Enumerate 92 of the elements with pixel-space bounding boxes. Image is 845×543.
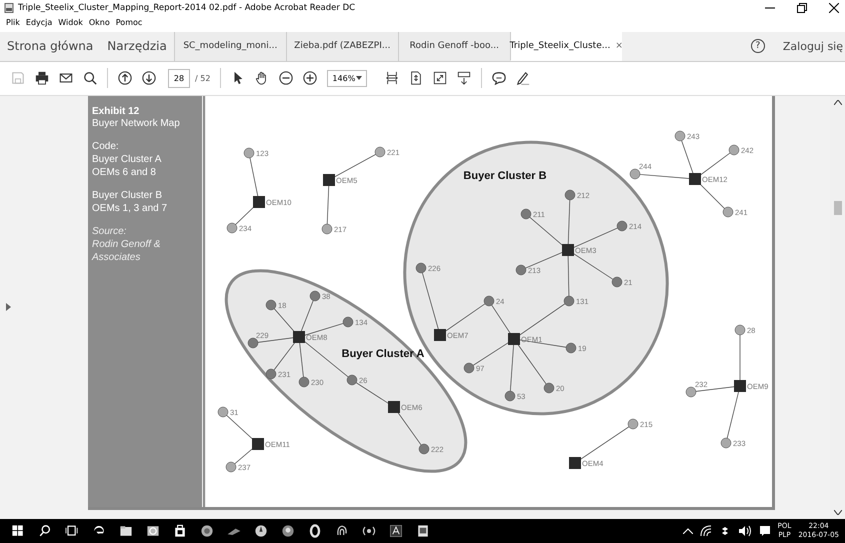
oem-node (434, 328, 446, 341)
wifi-icon[interactable] (700, 525, 712, 538)
edge-line (529, 216, 564, 246)
oem-node (388, 400, 400, 413)
page-count: / 52 (195, 74, 210, 83)
shopping-bag-icon[interactable] (172, 523, 188, 540)
edge-line (326, 185, 330, 224)
search-icon[interactable] (83, 71, 97, 86)
ring-o-icon[interactable] (307, 523, 323, 540)
zoom-in-icon[interactable] (303, 71, 318, 86)
ring-app-icon[interactable] (280, 523, 296, 540)
oem-node (562, 244, 574, 256)
oem-node (689, 172, 701, 185)
scroll-mode-icon[interactable] (457, 71, 472, 86)
restore-icon[interactable] (797, 2, 807, 12)
window-title: Triple_Steelix_Cluster_Mapping_Report-2014 02.pdf - Adobe Acrobat Reader DC (18, 2, 356, 12)
edge-line (568, 199, 570, 244)
edge-line (422, 272, 439, 330)
oem-node (293, 330, 305, 343)
oem-node (253, 196, 265, 208)
legend-line: Buyer Cluster B (92, 188, 164, 202)
page-number-field[interactable]: 28 (168, 68, 190, 88)
edge-line (525, 252, 563, 268)
oem-node (252, 438, 264, 450)
tab[interactable]: Triple_Steelix_Cluste... × (510, 32, 622, 61)
full-screen-icon[interactable] (433, 71, 448, 86)
cluster-label: Buyer Cluster B (463, 170, 547, 182)
sign-in-link[interactable]: Zaloguj się (782, 40, 843, 53)
exhibit-title: Exhibit 12 (92, 106, 140, 117)
compass-icon[interactable] (253, 523, 269, 540)
edge-line (518, 303, 566, 336)
comment-icon[interactable] (492, 71, 506, 86)
menu-item[interactable]: Edycja (26, 18, 52, 27)
edge-line (444, 303, 486, 332)
tab[interactable]: Narzędzia (100, 32, 174, 61)
edge-line (580, 426, 630, 460)
volume-icon[interactable] (738, 525, 752, 538)
menu-item[interactable]: Okno (88, 18, 110, 27)
pen-icon[interactable] (516, 71, 530, 86)
legend-line: Rodin Genoff & (92, 238, 162, 251)
edge-line (568, 255, 570, 296)
notification-icon[interactable] (758, 525, 771, 538)
close-icon[interactable] (829, 2, 839, 12)
legend-line: OEMs 6 and 8 (92, 166, 157, 179)
tab[interactable]: Rodin Genoff -boo... (398, 32, 510, 61)
legend-line: Buyer Cluster A (92, 152, 162, 166)
edge-line (573, 228, 618, 248)
chevron-up-icon[interactable] (682, 528, 693, 534)
document-app-icon[interactable] (415, 523, 431, 540)
caret-icon (356, 76, 362, 80)
edge-line (226, 414, 254, 440)
mail-icon[interactable] (59, 71, 73, 86)
print-icon[interactable] (35, 71, 49, 86)
fit-page-icon[interactable] (409, 71, 424, 86)
exhibit-subtitle: Buyer Network Map (92, 116, 181, 130)
help-button[interactable]: ? (750, 39, 765, 54)
tab[interactable]: Strona główna (0, 32, 100, 61)
pdf-file-icon (4, 2, 14, 12)
pdf-app-icon[interactable] (388, 523, 404, 540)
edge-line (250, 157, 258, 196)
legend-line: Code: (92, 140, 120, 153)
menu-item[interactable]: Pomoc (116, 18, 142, 27)
legend-line: OEMs 1, 3 and 7 (92, 202, 168, 215)
zoom-dropdown[interactable]: 146% (327, 70, 368, 87)
tab[interactable]: SC_modeling_moni... (174, 32, 286, 61)
menu-item[interactable]: Widok (58, 18, 83, 27)
scroll-down-icon[interactable] (834, 510, 842, 516)
cluster-label: Buyer Cluster A (342, 348, 424, 360)
scroll-thumb[interactable] (834, 200, 842, 215)
oem-node (569, 456, 581, 469)
oem-node (323, 174, 335, 186)
edge-line (397, 411, 422, 446)
oem-node (508, 332, 520, 345)
legend-line: Source: (92, 224, 128, 238)
edge-line (698, 182, 725, 209)
menu-item[interactable]: Plik (6, 18, 20, 27)
legend-line: Associates (92, 250, 142, 264)
edge-line (334, 154, 376, 178)
edge-line (572, 252, 614, 280)
edge-line (274, 308, 296, 333)
search-icon[interactable] (37, 523, 53, 540)
expand-panel-icon[interactable] (6, 303, 11, 312)
edge-line (234, 447, 254, 464)
edge-line (699, 152, 730, 176)
tab[interactable]: Zieba.pdf (ZABEZPI... (286, 32, 398, 61)
oem-node (734, 380, 746, 392)
edge-line (491, 304, 512, 334)
edge-line (235, 206, 256, 225)
fit-width-icon[interactable] (385, 71, 400, 86)
zoom-out-icon[interactable] (279, 71, 294, 86)
edge-line (356, 382, 390, 404)
scroll-up-icon[interactable] (834, 100, 842, 105)
